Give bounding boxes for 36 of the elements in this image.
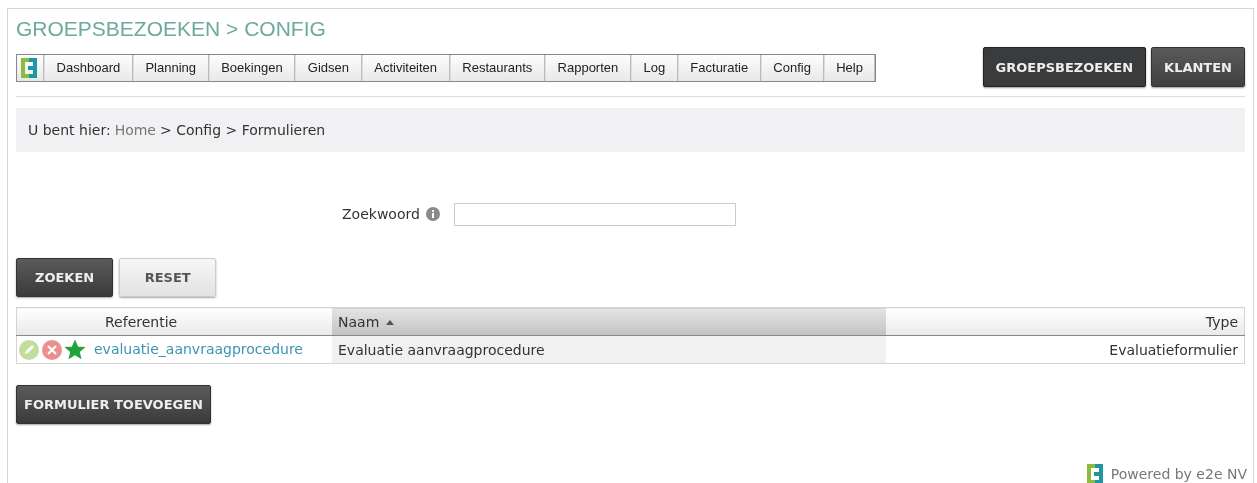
logo-icon[interactable] bbox=[19, 56, 39, 80]
page-title: GROEPSBEZOEKEN > CONFIG bbox=[16, 16, 327, 42]
nav-item[interactable]: Planning bbox=[132, 55, 209, 81]
search-button[interactable]: ZOEKEN bbox=[16, 258, 114, 297]
breadcrumb-label: U bent hier: bbox=[28, 122, 111, 138]
nav-item[interactable]: Boekingen bbox=[208, 55, 296, 81]
nav-item[interactable]: Restaurants bbox=[449, 55, 545, 81]
nav-item[interactable]: Rapporten bbox=[544, 55, 631, 81]
column-header[interactable]: Naam bbox=[332, 307, 886, 336]
table-cell: Evaluatieformulier bbox=[1109, 341, 1238, 358]
sort-arrow-icon bbox=[386, 319, 395, 325]
module-button[interactable]: KLANTEN bbox=[1151, 47, 1245, 87]
nav-item[interactable]: Activiteiten bbox=[361, 55, 450, 81]
delete-icon[interactable] bbox=[42, 339, 62, 360]
table-cell: Evaluatie aanvraagprocedure bbox=[338, 341, 545, 358]
nav-item[interactable]: Dashboard bbox=[44, 55, 133, 81]
nav-item[interactable]: Facturatie bbox=[677, 55, 761, 81]
reference-link[interactable]: evaluatie_aanvraagprocedure bbox=[94, 340, 303, 357]
star-icon[interactable] bbox=[65, 339, 85, 360]
breadcrumb-link[interactable]: Home bbox=[114, 122, 156, 138]
logo-icon bbox=[1084, 461, 1105, 483]
nav-item[interactable]: Config bbox=[760, 55, 824, 81]
column-header[interactable]: Referentie bbox=[16, 307, 332, 336]
nav-item[interactable]: Help bbox=[823, 55, 876, 81]
reset-button[interactable]: RESET bbox=[119, 258, 217, 297]
footer-text: Powered by e2e NV bbox=[1110, 466, 1247, 482]
nav-item[interactable]: Log bbox=[630, 55, 678, 81]
column-header[interactable]: Type bbox=[886, 307, 1245, 336]
nav-item[interactable]: Gidsen bbox=[295, 55, 362, 81]
info-icon bbox=[425, 207, 440, 221]
module-button[interactable]: GROEPSBEZOEKEN bbox=[982, 47, 1147, 87]
field-label: Zoekwoord bbox=[342, 206, 420, 222]
breadcrumb-text: > Config > Formulieren bbox=[159, 122, 326, 138]
edit-icon[interactable] bbox=[19, 339, 39, 360]
add-form-button[interactable]: FORMULIER TOEVOEGEN bbox=[16, 385, 211, 424]
search-field[interactable] bbox=[453, 202, 736, 226]
